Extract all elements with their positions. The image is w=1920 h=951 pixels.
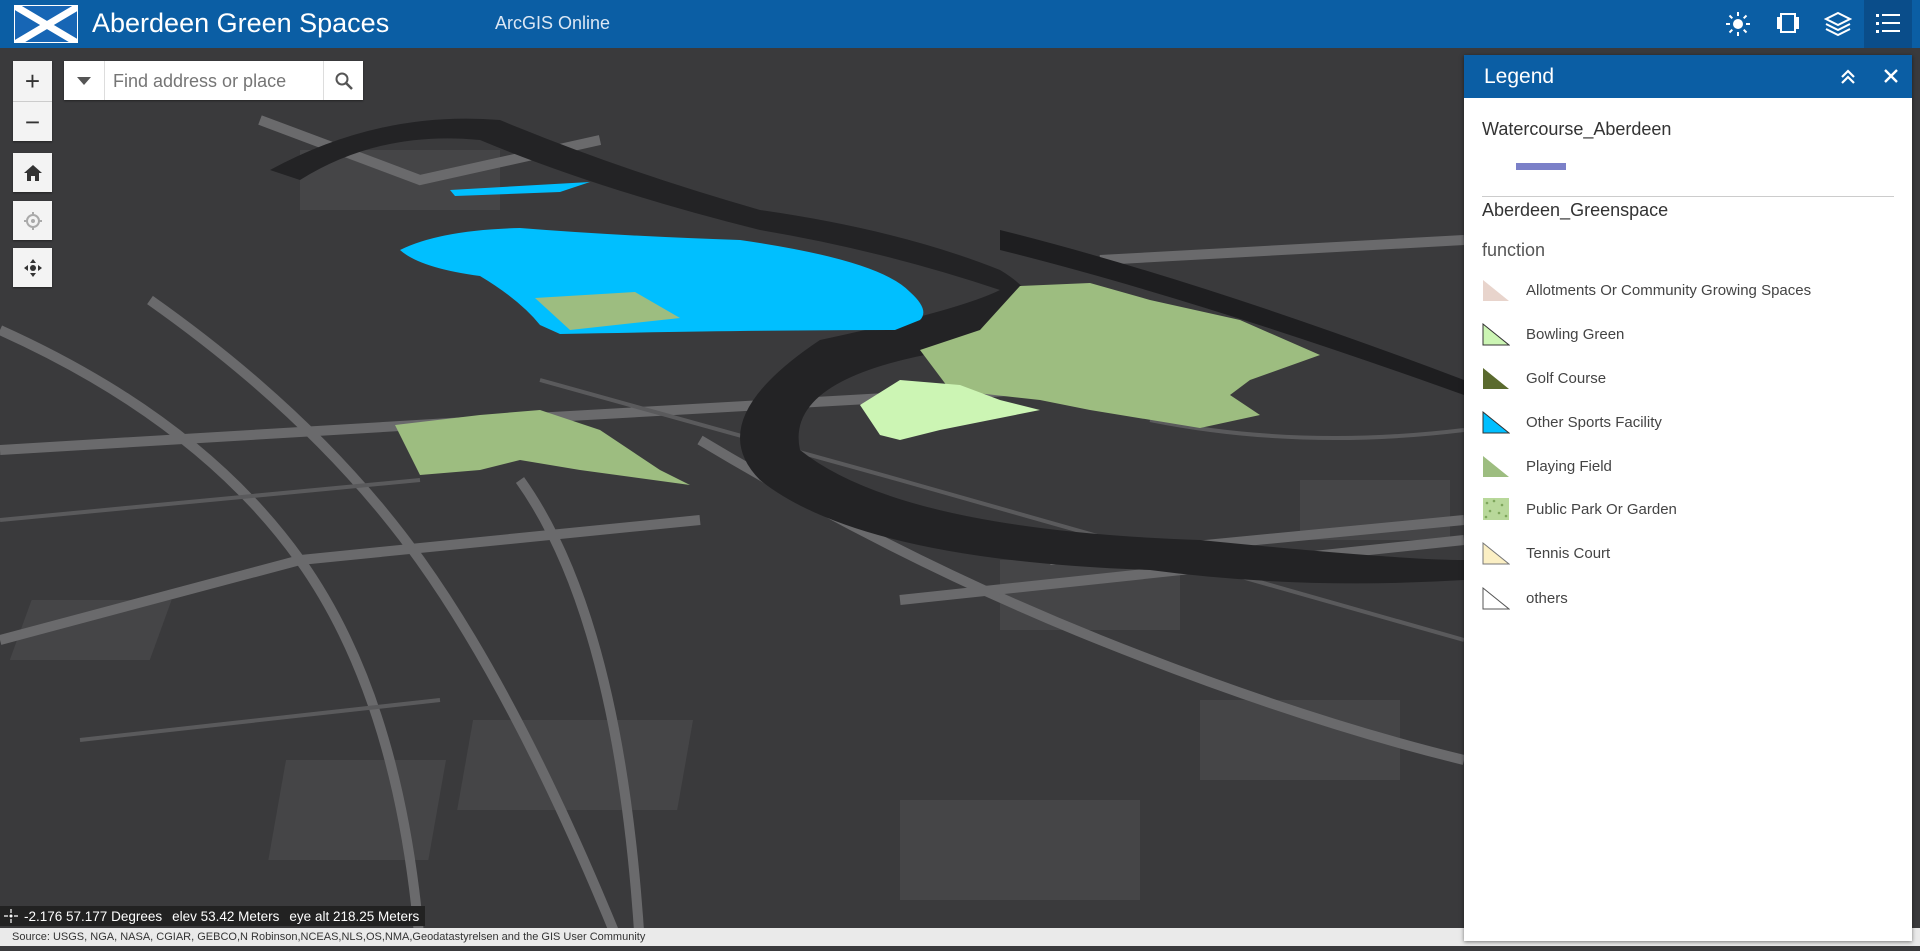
public-park-swatch — [1483, 498, 1509, 520]
legend-item-label: Public Park Or Garden — [1526, 500, 1677, 518]
legend-title: Legend — [1484, 65, 1555, 88]
search-source-dropdown[interactable] — [64, 61, 105, 100]
locate-button[interactable] — [13, 201, 52, 240]
legend-item-label: others — [1526, 589, 1568, 607]
legend-item: Golf Course — [1482, 363, 1606, 393]
search-widget — [64, 61, 385, 100]
legend-item-label: Tennis Court — [1526, 544, 1611, 562]
legend-item: Tennis Court — [1482, 538, 1610, 568]
layers-icon — [1824, 11, 1852, 37]
others-swatch — [1482, 586, 1510, 610]
caret-down-icon — [77, 76, 91, 85]
coordinate-eye-altitude: eye alt 218.25 Meters — [289, 908, 420, 924]
coordinate-readout[interactable]: -2.176 57.177 Degrees elev 53.42 Meters … — [0, 906, 426, 926]
legend-item: Other Sports Facility — [1482, 407, 1662, 437]
legend-header: Legend — [1464, 55, 1912, 98]
legend-item: others — [1482, 583, 1568, 613]
legend-item-label: Playing Field — [1526, 457, 1612, 475]
legend-item-label: Other Sports Facility — [1526, 413, 1662, 431]
legend-layer-watercourse: Watercourse_Aberdeen — [1482, 119, 1672, 139]
legend-item: Public Park Or Garden — [1482, 494, 1677, 524]
other-sports-swatch — [1482, 410, 1510, 434]
plus-icon: + — [24, 65, 41, 96]
home-button[interactable] — [13, 153, 52, 192]
zoom-in-button[interactable]: + — [13, 61, 52, 102]
zoom-control: + − — [13, 61, 52, 141]
app-header: Aberdeen Green Spaces ArcGIS Online — [0, 0, 1920, 48]
double-chevron-up-icon — [1841, 69, 1855, 84]
crosshair-icon — [4, 909, 18, 923]
home-icon — [23, 164, 42, 181]
slides-icon — [1777, 13, 1799, 33]
close-icon — [1884, 69, 1898, 83]
search-button[interactable] — [323, 61, 363, 100]
legend-icon — [1876, 14, 1900, 33]
legend-field-name: function — [1482, 240, 1546, 260]
legend-item: Allotments Or Community Growing Spaces — [1482, 275, 1811, 305]
tennis-court-swatch — [1482, 541, 1510, 565]
coordinate-position: -2.176 57.177 Degrees — [24, 908, 163, 924]
legend-item: Bowling Green — [1482, 319, 1624, 349]
layers-button[interactable] — [1814, 0, 1862, 48]
zoom-out-button[interactable]: − — [13, 102, 52, 142]
slides-button[interactable] — [1764, 0, 1812, 48]
playing-field-swatch — [1483, 456, 1509, 477]
legend-item: Playing Field — [1482, 451, 1612, 481]
legend-item-label: Golf Course — [1526, 369, 1607, 387]
app-subtitle: ArcGIS Online — [495, 13, 611, 33]
bowling-green-swatch — [1482, 322, 1510, 346]
app-title: Aberdeen Green Spaces — [92, 8, 390, 38]
daylight-icon — [1726, 12, 1750, 36]
locate-icon — [23, 211, 42, 230]
allotments-swatch — [1483, 280, 1509, 301]
legend-layer-greenspace: Aberdeen_Greenspace — [1482, 200, 1669, 220]
legend-item-label: Bowling Green — [1526, 325, 1625, 343]
legend-button[interactable] — [1864, 0, 1912, 48]
close-button[interactable] — [1883, 68, 1899, 89]
watercourse-line-symbol — [1516, 163, 1566, 170]
legend-divider — [1482, 196, 1894, 197]
minus-icon: − — [24, 106, 41, 137]
legend-panel: Legend Watercourse_Aberdeen Aberdeen_Gre… — [1464, 55, 1912, 941]
navigation-icon — [23, 258, 42, 277]
search-icon — [335, 72, 353, 90]
app-logo — [14, 5, 78, 43]
coordinate-elevation: elev 53.42 Meters — [172, 908, 280, 924]
collapse-button[interactable] — [1839, 68, 1857, 91]
navigation-toggle-button[interactable] — [13, 248, 52, 287]
daylight-button[interactable] — [1714, 0, 1762, 48]
golf-course-swatch — [1483, 368, 1509, 389]
legend-item-label: Allotments Or Community Growing Spaces — [1526, 281, 1812, 299]
